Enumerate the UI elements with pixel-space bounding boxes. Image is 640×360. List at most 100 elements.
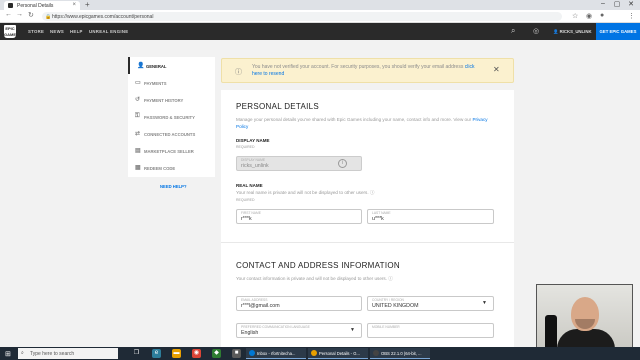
required-note: REQUIRED [236,145,255,149]
info-icon[interactable]: i [338,159,347,168]
section-divider [221,242,514,243]
get-epic-games-button[interactable]: GET EPIC GAMES [596,23,640,40]
contact-note-text: Your contact information is private and … [236,276,387,281]
field-label: MOBILE NUMBER [372,325,400,329]
taskbar-search-input[interactable]: ⌕ Type here to search [18,348,118,359]
forward-button[interactable]: → [16,11,23,18]
card-icon: ▭ [135,80,141,86]
nav-help-link[interactable]: HELP [70,29,83,34]
field-value: English [241,330,259,336]
email-field[interactable]: EMAIL ADDRESS r***l@gmail.com [236,296,362,311]
sidebar-item-marketplace-seller[interactable]: ▤ MARKETPLACE SELLER [128,142,215,159]
field-value: r***l@gmail.com [241,303,280,309]
task-view-icon[interactable]: ❐ [132,349,141,358]
epic-games-logo[interactable]: EPIC GAMES [4,25,19,38]
info-icon[interactable]: ⓘ [370,190,375,195]
windows-start-icon[interactable]: ⊞ [5,350,11,358]
search-icon[interactable]: ⌕ [511,26,515,36]
webcam-overlay [536,284,633,352]
sidebar-item-payment-history[interactable]: ↺ PAYMENT HISTORY [128,91,215,108]
globe-icon[interactable]: ◎ [533,27,539,35]
display-name-field: DISPLAY NAME ricks_unlink i [236,156,362,171]
taskbar-app-label: Personal Details - G... [319,351,360,356]
verify-account-banner: ⓘ You have not verified your account. Fo… [221,58,514,83]
key-icon: ⚿ [135,113,140,119]
taskbar-search-placeholder: Type here to search [30,351,75,357]
gift-icon: ▦ [135,165,141,171]
sidebar-item-label: PAYMENT HISTORY [144,98,184,103]
sidebar-item-connected-accounts[interactable]: ⇄ CONNECTED ACCOUNTS [128,125,215,142]
lock-icon: 🔒 [45,14,52,20]
close-icon[interactable]: ✕ [493,65,500,74]
obs-icon [373,350,379,356]
url-text: https://www.epicgames.com/account/person… [52,14,154,20]
taskbar-app-personal-details[interactable]: Personal Details - G... [308,348,368,359]
chrome-icon[interactable]: ◉ [192,349,201,358]
file-explorer-icon[interactable]: ▬ [172,349,181,358]
user-name: RICKS_UNLINK [559,29,592,34]
page-title: PERSONAL DETAILS [236,102,320,111]
field-value: r***k [241,216,252,222]
chrome-icon [311,350,317,356]
info-icon[interactable]: ⓘ [388,276,393,281]
mobile-number-field[interactable]: MOBILE NUMBER [367,323,494,338]
nav-store-link[interactable]: STORE [28,29,44,34]
browser-tab[interactable]: Personal Details × [4,1,80,10]
sidebar-item-payments[interactable]: ▭ PAYMENTS [128,74,215,91]
field-value: ricks_unlink [241,163,269,169]
required-note: REQUIRED [236,198,255,202]
extension-icon[interactable]: ◉ [586,12,592,20]
user-icon: 👤 [553,29,559,34]
app-icon[interactable]: ■ [232,349,241,358]
history-icon: ↺ [135,97,141,103]
banner-text: You have not verified your account. For … [252,64,464,70]
close-window-button[interactable]: ✕ [624,0,638,8]
epic-favicon-icon [8,3,13,8]
url-input[interactable]: 🔒 https://www.epicgames.com/account/pers… [42,12,562,21]
field-label: EMAIL ADDRESS [241,298,268,302]
sidebar-item-password-security[interactable]: ⚿ PASSWORD & SECURITY [128,108,215,125]
bookmark-star-icon[interactable]: ☆ [572,12,578,20]
field-value: u***k [372,216,384,222]
taskbar-app-obs[interactable]: OBS 22.1.0 (64-bit, ... [370,348,430,359]
search-icon: ⌕ [21,350,24,356]
windows-taskbar: ⊞ ⌕ Type here to search ❐ e ▬ ◉ ◆ ■ Inbo… [0,347,640,360]
sidebar-item-general[interactable]: 👤 GENERAL [128,57,215,74]
profile-icon[interactable]: ● [600,12,604,19]
chevron-down-icon: ▼ [482,300,487,306]
sidebar-item-redeem-code[interactable]: ▦ REDEEM CODE [128,159,215,176]
taskbar-app-inbox[interactable]: Inbox - rfortnitecha... [246,348,306,359]
chevron-down-icon: ▼ [350,327,355,333]
sidebar-item-label: MARKETPLACE SELLER [144,149,194,154]
mail-icon [249,350,255,356]
sidebar-item-label: GENERAL [146,64,167,69]
field-value: UNITED KINGDOM [372,303,419,309]
address-bar-row: ← → ↻ 🔒 https://www.epicgames.com/accoun… [0,10,640,23]
tab-close-icon[interactable]: × [72,2,76,8]
new-tab-button[interactable]: + [85,0,90,9]
app-icon[interactable]: ◆ [212,349,221,358]
country-select[interactable]: COUNTRY / REGION UNITED KINGDOM ▼ [367,296,494,311]
real-name-note-text: Your real name is private and will not b… [236,190,369,195]
display-name-heading: DISPLAY NAME [236,138,270,143]
contact-section-title: CONTACT AND ADDRESS INFORMATION [236,261,400,270]
language-select[interactable]: PREFERRED COMMUNICATION LANGUAGE English… [236,323,362,338]
field-label: LAST NAME [372,211,391,215]
field-label: COUNTRY / REGION [372,298,404,302]
back-button[interactable]: ← [5,11,12,18]
need-help-link[interactable]: NEED HELP? [160,184,187,189]
user-menu[interactable]: 👤 RICKS_UNLINK [553,29,592,35]
nav-unreal-engine-link[interactable]: UNREAL ENGINE [89,29,128,34]
browser-menu-icon[interactable]: ⋮ [628,12,635,20]
site-nav: EPIC GAMES STORE NEWS HELP UNREAL ENGINE … [0,23,640,40]
maximize-button[interactable]: ▢ [610,0,624,8]
minimize-button[interactable]: – [596,0,610,7]
last-name-field[interactable]: LAST NAME u***k [367,209,494,224]
reload-button[interactable]: ↻ [28,11,34,19]
nav-news-link[interactable]: NEWS [50,29,64,34]
sidebar-item-label: REDEEM CODE [144,166,176,171]
info-icon: ⓘ [235,69,242,76]
edge-icon[interactable]: e [152,349,161,358]
first-name-field[interactable]: FIRST NAME r***k [236,209,362,224]
contact-note: Your contact information is private and … [236,276,476,283]
